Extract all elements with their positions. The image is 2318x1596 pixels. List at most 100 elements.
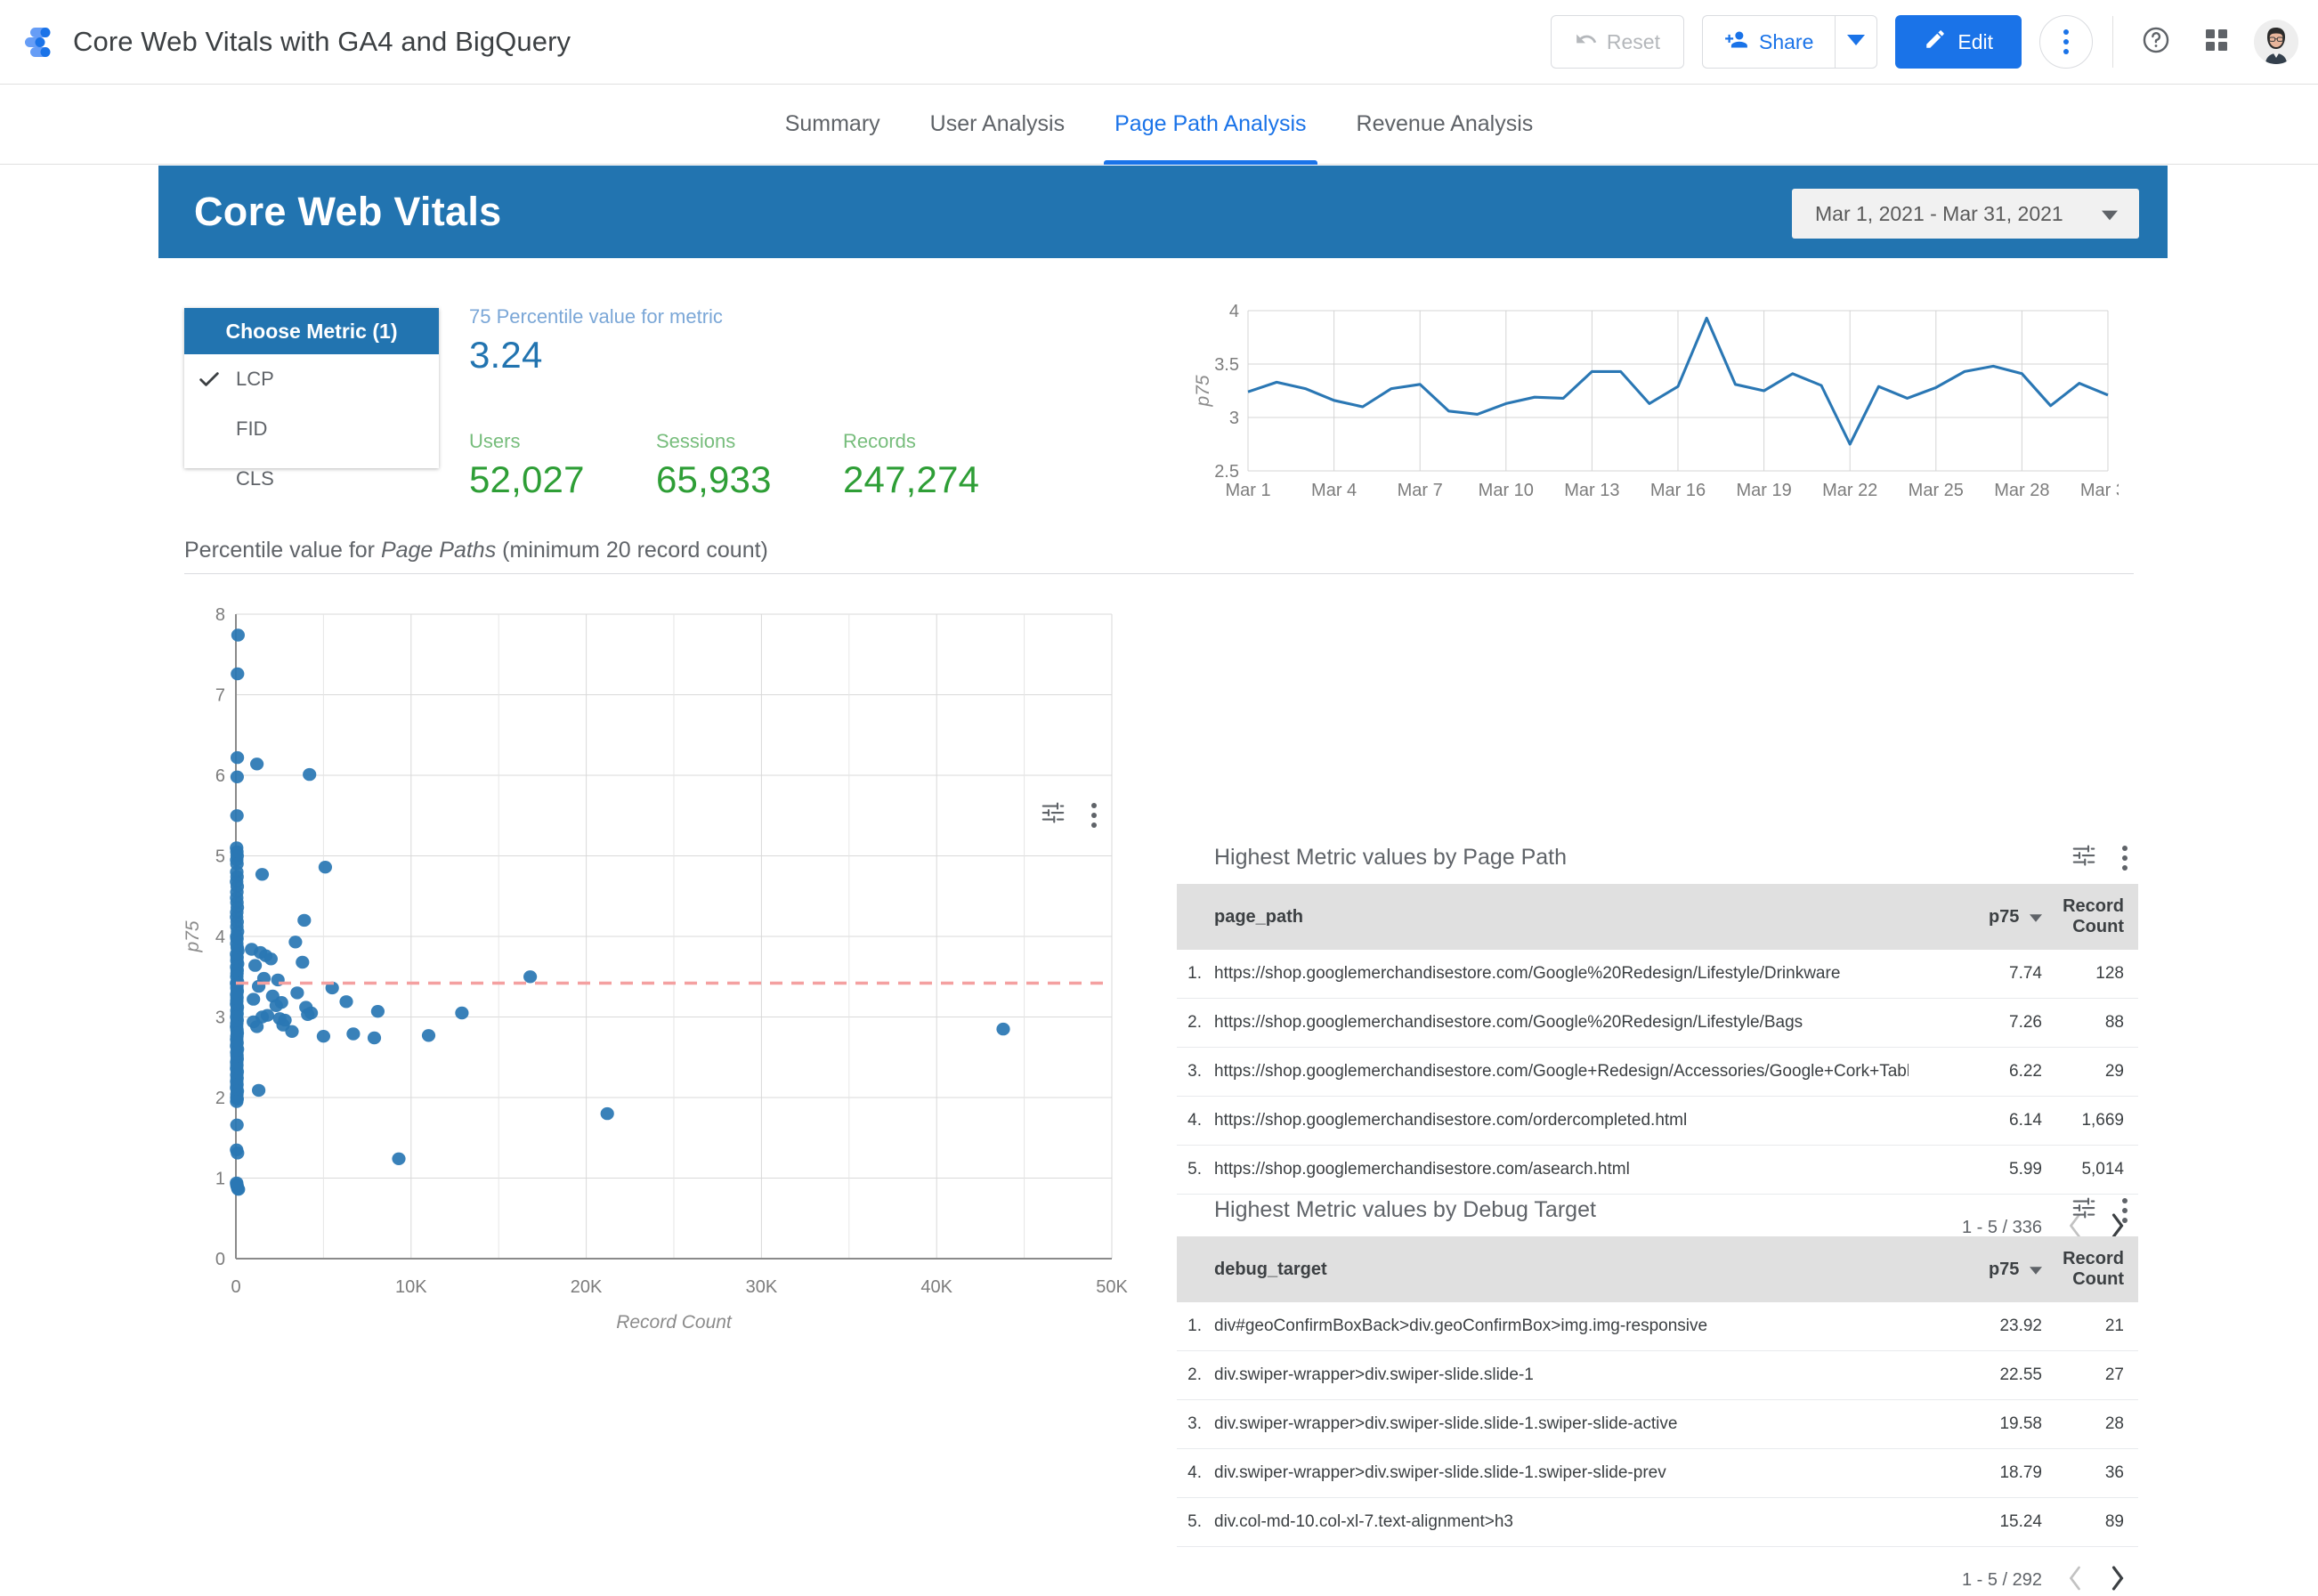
scorecard-value: 3.24 (469, 334, 543, 376)
apps-grid-icon (2203, 27, 2230, 58)
table-row[interactable]: 4. https://shop.googlemerchandisestore.co… (1177, 1096, 2138, 1146)
svg-text:30K: 30K (746, 1277, 778, 1297)
share-dropdown-button[interactable] (1835, 15, 1878, 69)
table-row[interactable]: 3. div.swiper-wrapper>div.swiper-slide.sl… (1177, 1399, 2138, 1449)
svg-text:3.5: 3.5 (1214, 355, 1239, 375)
scorecard-caption: Sessions (656, 430, 736, 452)
scorecard-value: 52,027 (469, 458, 585, 500)
user-avatar[interactable] (2254, 20, 2298, 64)
table-row[interactable]: 1. div#geoConfirmBoxBack>div.geoConfirmBo… (1177, 1302, 2138, 1351)
row-path: div.swiper-wrapper>div.swiper-slide.slid… (1214, 1448, 1909, 1498)
chart-filter-icon[interactable] (2071, 842, 2097, 873)
help-button[interactable] (2133, 19, 2179, 65)
table-row[interactable]: 1. https://shop.googlemerchandisestore.co… (1177, 950, 2138, 999)
looker-studio-logo-icon[interactable] (16, 19, 62, 65)
header-record-count[interactable]: Record Count (2042, 1236, 2138, 1302)
tab-page-path-analysis[interactable]: Page Path Analysis (1090, 85, 1331, 165)
row-path: div.swiper-wrapper>div.swiper-slide.slid… (1214, 1399, 1909, 1449)
pagination-count: 1 - 5 / 292 (1961, 1570, 2042, 1590)
header-p75[interactable]: p75 (1909, 1236, 2042, 1302)
previous-page-button[interactable] (2065, 1565, 2085, 1596)
document-title[interactable]: Core Web Vitals with GA4 and BigQuery (73, 26, 571, 58)
row-p75: 7.26 (1909, 998, 2042, 1048)
table-pagination: 1 - 5 / 292 (1177, 1547, 2138, 1596)
svg-text:0: 0 (215, 1250, 225, 1269)
tab-revenue-analysis[interactable]: Revenue Analysis (1332, 85, 1559, 165)
choose-metric-header[interactable]: Choose Metric (1) (184, 308, 439, 354)
more-vert-icon[interactable] (2122, 845, 2128, 871)
scorecard-caption: 75 Percentile value for metric (469, 305, 723, 328)
row-p75: 7.74 (1909, 950, 2042, 999)
scorecard-caption: Records (843, 430, 916, 452)
apps-button[interactable] (2193, 19, 2240, 65)
table-row[interactable]: 5. https://shop.googlemerchandisestore.co… (1177, 1145, 2138, 1195)
metric-option-cls[interactable]: CLS (184, 454, 439, 504)
svg-text:20K: 20K (571, 1277, 603, 1297)
row-p75: 6.22 (1909, 1047, 2042, 1097)
table-header-row: debug_target p75 Record Count (1177, 1236, 2138, 1302)
row-index: 5. (1177, 1497, 1214, 1547)
svg-text:p75: p75 (1193, 375, 1213, 407)
row-record-count: 128 (2042, 950, 2138, 999)
header-index (1177, 1236, 1214, 1302)
row-path: https://shop.googlemerchandisestore.com/… (1214, 1047, 1909, 1097)
table-row[interactable]: 3. https://shop.googlemerchandisestore.co… (1177, 1047, 2138, 1097)
chevron-down-icon (2102, 202, 2118, 226)
row-index: 1. (1177, 1302, 1214, 1351)
scorecard-records: Records 247,274 (843, 430, 979, 501)
metric-option-lcp[interactable]: LCP (184, 354, 439, 404)
more-options-button[interactable] (2039, 15, 2093, 69)
page-title: Core Web Vitals (194, 189, 502, 234)
share-button[interactable]: Share (1701, 15, 1836, 69)
header-debug-target[interactable]: debug_target (1214, 1236, 1909, 1302)
p75-vs-record-count-chart[interactable]: 0 1 2 3 4 5 6 7 8 0 10K 20K 30K 40K 50K p75 Record Count (182, 602, 1128, 1341)
table-controls (2071, 1195, 2128, 1226)
row-path: https://shop.googlemerchandisestore.com/… (1214, 998, 1909, 1048)
row-p75: 18.79 (1909, 1448, 2042, 1498)
p75-timeseries-chart[interactable]: 2.5 3 3.5 4 Mar 1 Mar 4 Mar 7 Mar 10 Mar 13 Mar 1… (1193, 302, 2136, 508)
tab-user-analysis[interactable]: User Analysis (905, 85, 1090, 165)
svg-text:7: 7 (215, 686, 225, 706)
tab-summary[interactable]: Summary (760, 85, 905, 165)
chevron-down-icon (1847, 31, 1866, 53)
edit-button[interactable]: Edit (1895, 15, 2022, 69)
svg-text:4: 4 (215, 928, 225, 947)
svg-text:3: 3 (1229, 409, 1239, 428)
table-row[interactable]: 4. div.swiper-wrapper>div.swiper-slide.sl… (1177, 1448, 2138, 1498)
scorecard-value: 65,933 (656, 458, 772, 500)
check-icon (184, 367, 234, 392)
svg-text:0: 0 (231, 1277, 240, 1297)
chart-filter-icon[interactable] (2071, 1195, 2097, 1226)
svg-text:50K: 50K (1096, 1277, 1128, 1297)
metric-option-fid[interactable]: FID (184, 404, 439, 454)
row-index: 5. (1177, 1145, 1214, 1195)
row-record-count: 21 (2042, 1302, 2138, 1351)
more-vert-icon[interactable] (2122, 1197, 2128, 1223)
header-page-path[interactable]: page_path (1214, 884, 1909, 950)
share-label: Share (1758, 29, 1814, 53)
row-path: https://shop.googlemerchandisestore.com/… (1214, 1096, 1909, 1146)
svg-text:Mar 10: Mar 10 (1479, 481, 1534, 500)
table-row[interactable]: 5. div.col-md-10.col-xl-7.text-alignment>… (1177, 1497, 2138, 1547)
row-record-count: 89 (2042, 1497, 2138, 1547)
row-path: div#geoConfirmBoxBack>div.geoConfirmBox>… (1214, 1302, 1909, 1351)
svg-text:5: 5 (215, 847, 225, 867)
header-record-count[interactable]: Record Count (2042, 884, 2138, 950)
row-index: 3. (1177, 1399, 1214, 1449)
row-p75: 22.55 (1909, 1350, 2042, 1400)
app-bar-divider (2112, 16, 2113, 68)
table-row[interactable]: 2. https://shop.googlemerchandisestore.co… (1177, 998, 2138, 1048)
next-page-button[interactable] (2108, 1565, 2128, 1596)
table-row[interactable]: 2. div.swiper-wrapper>div.swiper-slide.sl… (1177, 1350, 2138, 1400)
section-title-a: Percentile value for (184, 538, 381, 563)
header-p75[interactable]: p75 (1909, 884, 2042, 950)
app-bar-actions: Reset Share Edit (1550, 15, 2318, 69)
svg-text:Mar 22: Mar 22 (1822, 481, 1877, 500)
scorecard-p75: 75 Percentile value for metric 3.24 (469, 305, 723, 377)
date-range-control[interactable]: Mar 1, 2021 - Mar 31, 2021 (1792, 189, 2139, 239)
metric-option-label: CLS (236, 467, 274, 490)
choose-metric-filter: Choose Metric (1) LCP FID CLS (184, 308, 439, 490)
svg-text:4: 4 (1229, 304, 1239, 321)
reset-button[interactable]: Reset (1550, 15, 1684, 69)
row-record-count: 28 (2042, 1399, 2138, 1449)
